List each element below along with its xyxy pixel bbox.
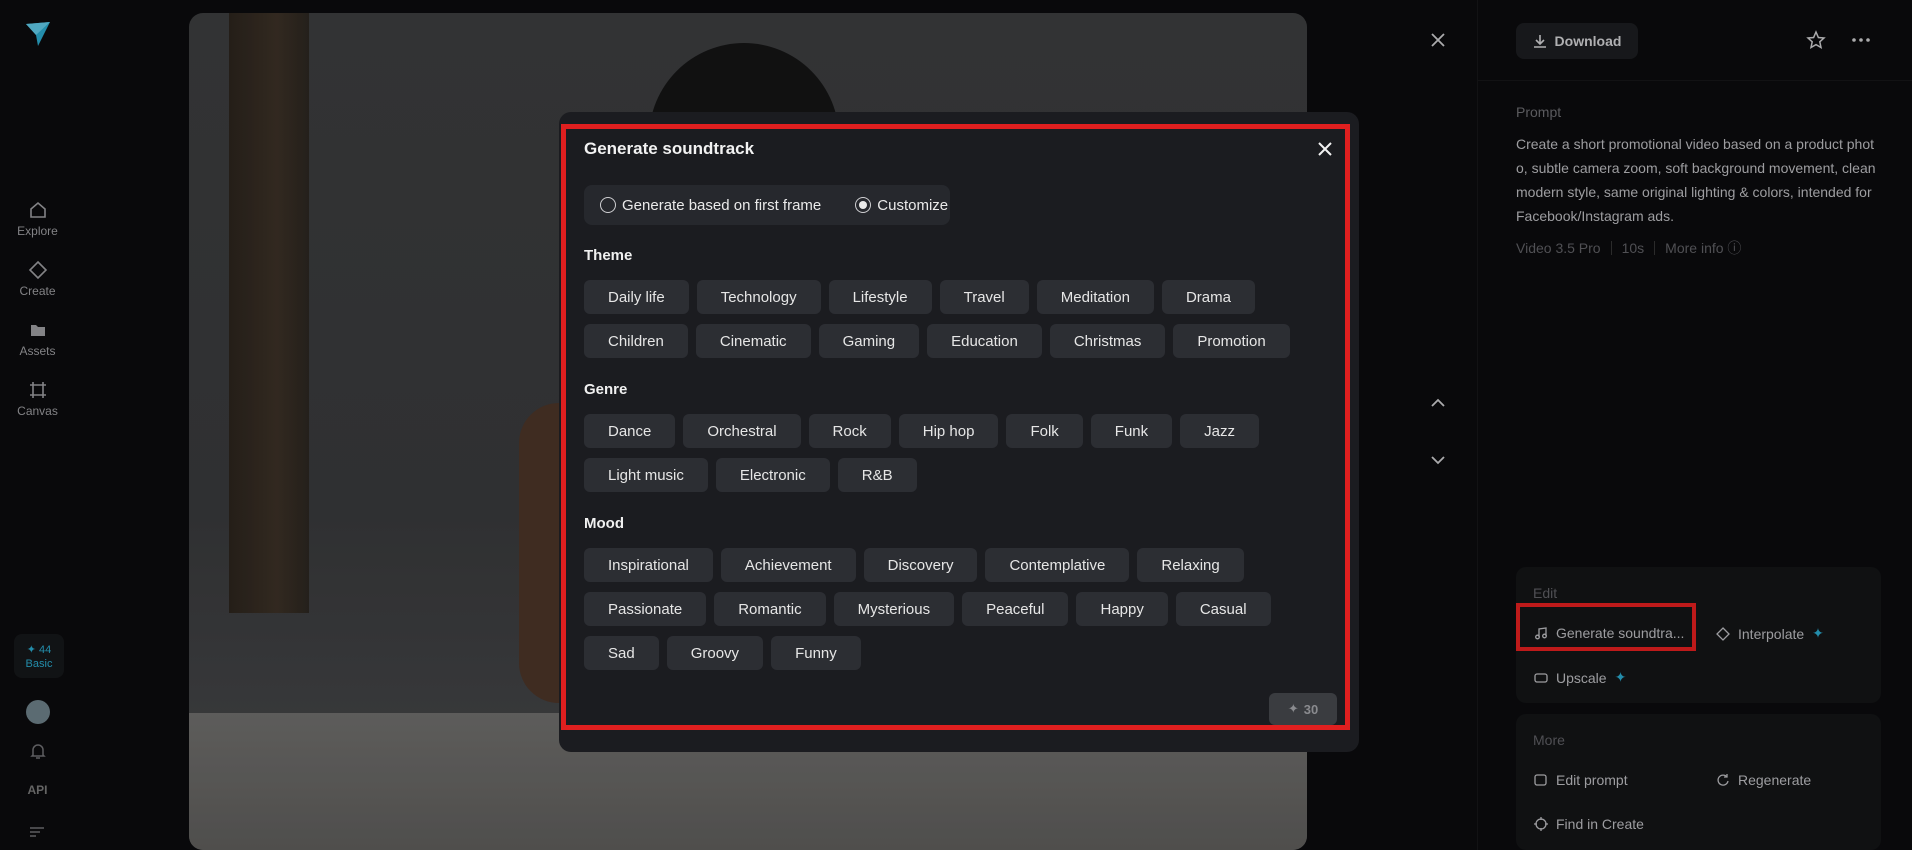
theme-chip[interactable]: Christmas (1049, 324, 1166, 358)
genre-chip[interactable]: Dance (584, 414, 676, 448)
radio-first-frame[interactable] (600, 197, 616, 213)
generate-button[interactable]: ✦ 30 (1269, 693, 1337, 725)
mood-chip[interactable]: Casual (1175, 592, 1271, 626)
theme-chip[interactable]: Gaming (818, 324, 920, 358)
theme-chip[interactable]: Lifestyle (828, 280, 932, 314)
theme-label: Theme (584, 247, 633, 264)
genre-chip[interactable]: R&B (837, 458, 917, 492)
option-customize-label: Customize (877, 196, 949, 214)
genre-chip[interactable]: Jazz (1180, 414, 1259, 448)
theme-chip[interactable]: Education (927, 324, 1042, 358)
app-root: Explore Create Assets Canvas ✦ 44 Basic … (0, 0, 1912, 850)
theme-chip[interactable]: Drama (1161, 280, 1255, 314)
genre-chip[interactable]: Orchestral (683, 414, 801, 448)
genre-chip[interactable]: Electronic (715, 458, 830, 492)
genre-chip[interactable]: Hip hop (898, 414, 999, 448)
mood-chip[interactable]: Inspirational (584, 548, 713, 582)
theme-chip[interactable]: Technology (696, 280, 821, 314)
genre-label: Genre (584, 381, 628, 398)
mood-chip[interactable]: Groovy (666, 636, 764, 670)
theme-chip[interactable]: Travel (939, 280, 1029, 314)
theme-chip[interactable]: Children (584, 324, 688, 358)
close-icon[interactable] (1315, 139, 1335, 159)
mood-chip[interactable]: Funny (771, 636, 861, 670)
mood-chip[interactable]: Passionate (584, 592, 707, 626)
mood-label: Mood (584, 515, 624, 532)
mood-chip[interactable]: Romantic (714, 592, 826, 626)
mood-chip-row: Sad Groovy Funny (584, 636, 861, 670)
mood-chip-row: Passionate Romantic Mysterious Peaceful Happ… (584, 592, 1271, 626)
mood-chip[interactable]: Peaceful (962, 592, 1069, 626)
theme-chip-row: Children Cinematic Gaming Education Christma… (584, 324, 1290, 358)
genre-chip[interactable]: Funk (1090, 414, 1173, 448)
generate-cost: 30 (1303, 701, 1319, 717)
theme-chip-row: Daily life Technology Lifestyle Travel Medit… (584, 280, 1255, 314)
genre-chip-row: Dance Orchestral Rock Hip hop Folk Funk Jazz (584, 414, 1259, 448)
radio-customize[interactable] (855, 197, 872, 213)
mood-chip[interactable]: Achievement (720, 548, 856, 582)
theme-chip[interactable]: Daily life (584, 280, 689, 314)
theme-chip[interactable]: Promotion (1173, 324, 1290, 358)
option-first-frame[interactable]: Generate based on first frame (600, 197, 821, 214)
modal-title: Generate soundtrack (584, 139, 755, 158)
theme-chip[interactable]: Meditation (1036, 280, 1154, 314)
mood-chip[interactable]: Relaxing (1137, 548, 1244, 582)
sparkle-icon: ✦ (1287, 701, 1299, 716)
option-first-frame-label: Generate based on first frame (622, 196, 822, 214)
mood-chip[interactable]: Contemplative (985, 548, 1130, 582)
option-customize[interactable]: Customize (855, 197, 948, 214)
mood-chip[interactable]: Discovery (863, 548, 978, 582)
genre-chip[interactable]: Rock (808, 414, 891, 448)
mood-chip-row: Inspirational Achievement Discovery Contemp… (584, 548, 1244, 582)
genre-chip[interactable]: Light music (584, 458, 708, 492)
mood-chip[interactable]: Sad (584, 636, 659, 670)
mood-chip[interactable]: Mysterious (833, 592, 955, 626)
soundtrack-mode-selector: Generate based on first frame Customize (584, 185, 950, 225)
theme-chip[interactable]: Cinematic (695, 324, 811, 358)
genre-chip-row: Light music Electronic R&B (584, 458, 917, 492)
genre-chip[interactable]: Folk (1006, 414, 1083, 448)
mood-chip[interactable]: Happy (1076, 592, 1168, 626)
